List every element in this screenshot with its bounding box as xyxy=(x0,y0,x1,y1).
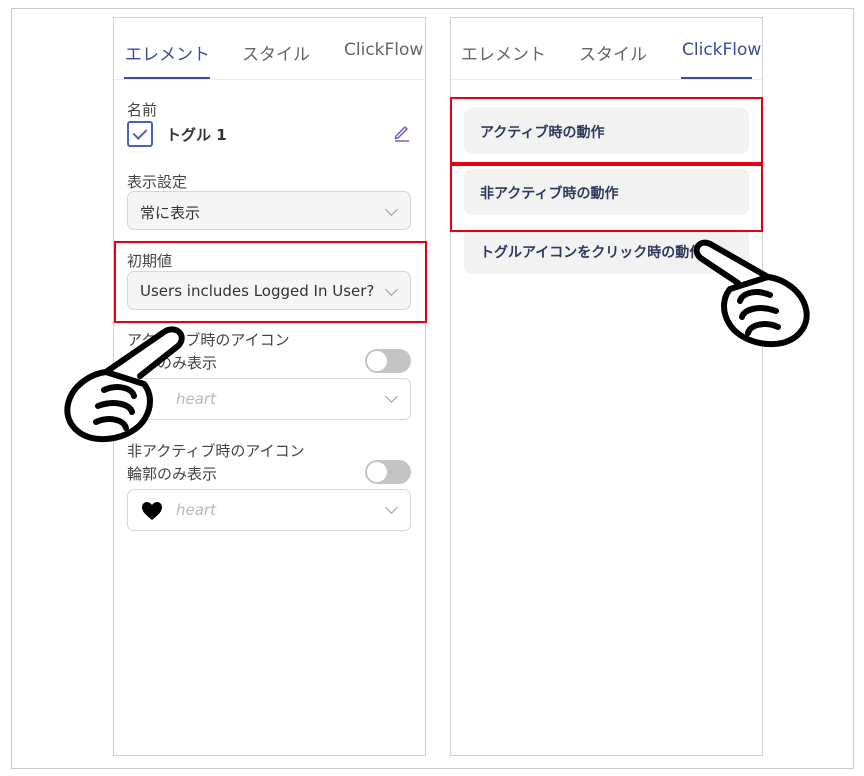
tab-element[interactable]: エレメント xyxy=(461,40,546,65)
tab-style[interactable]: スタイル xyxy=(242,40,310,65)
element-name: トグル 1 xyxy=(166,126,227,144)
panel-tabs: エレメント スタイル ClickFlow xyxy=(451,18,762,80)
tab-style[interactable]: スタイル xyxy=(579,40,647,65)
heart-icon xyxy=(142,502,162,520)
inactive-action-highlight xyxy=(450,164,763,232)
outline-only-toggle[interactable] xyxy=(365,349,411,373)
chevron-down-icon xyxy=(385,501,398,514)
outline-only-toggle-2[interactable] xyxy=(365,460,411,484)
outline-only-label-2: 輪郭のみ表示 xyxy=(127,465,218,483)
inactive-icon-value: heart xyxy=(176,501,216,519)
inactive-icon-select[interactable]: heart xyxy=(127,489,411,531)
pointing-hand-icon xyxy=(64,326,185,443)
action-toggle-icon-click-label: トグルアイコンをクリック時の動作 xyxy=(480,245,704,261)
active-action-highlight xyxy=(450,97,763,164)
panel-tabs: エレメント スタイル ClickFlow xyxy=(114,18,425,80)
tab-element[interactable]: エレメント xyxy=(125,40,210,65)
check-icon[interactable] xyxy=(127,121,153,147)
pencil-icon[interactable] xyxy=(392,122,412,142)
name-label: 名前 xyxy=(127,101,158,119)
tab-clickflow[interactable]: ClickFlow xyxy=(682,40,761,60)
pointing-hand-icon xyxy=(693,239,810,348)
chevron-down-icon xyxy=(385,390,398,403)
active-tab-indicator xyxy=(124,77,210,79)
initial-value-highlight xyxy=(114,241,427,323)
chevron-down-icon xyxy=(385,203,398,216)
visibility-value: 常に表示 xyxy=(140,204,201,222)
active-tab-indicator xyxy=(681,77,752,79)
visibility-label: 表示設定 xyxy=(127,173,188,191)
tab-clickflow[interactable]: ClickFlow xyxy=(344,40,423,60)
visibility-select[interactable]: 常に表示 xyxy=(127,191,411,230)
